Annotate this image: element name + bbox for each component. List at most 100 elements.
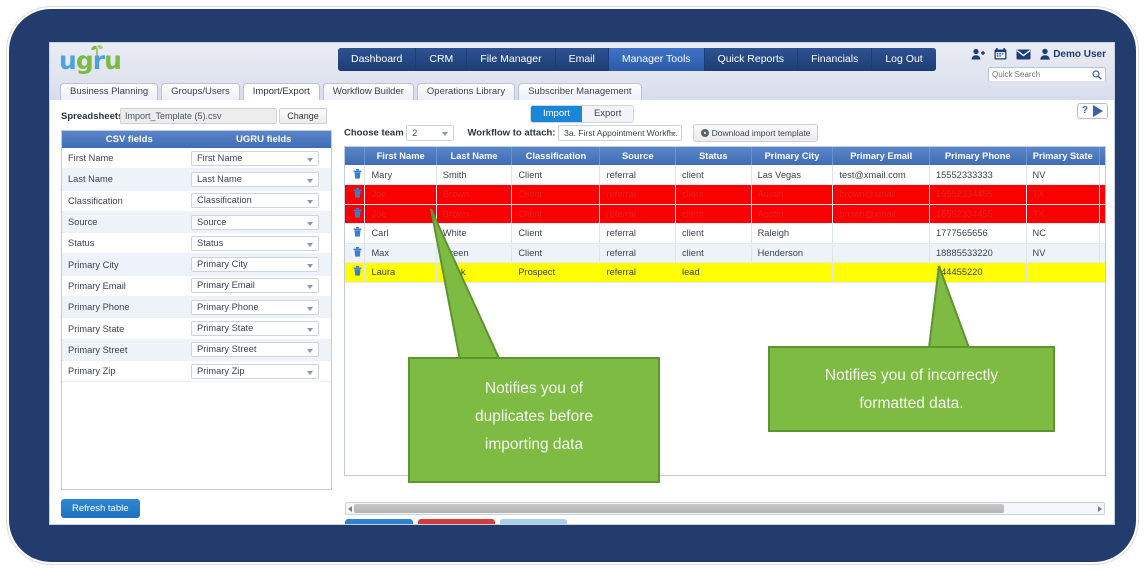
table-cell[interactable]: referral (599, 204, 677, 224)
delete-row-button[interactable] (345, 204, 366, 224)
table-cell[interactable]: Las Vegas (751, 165, 834, 185)
table-cell[interactable]: 555 Oakwood (1099, 184, 1105, 205)
add-user-icon[interactable] (971, 48, 986, 60)
table-cell[interactable]: client (675, 243, 752, 263)
horizontal-scrollbar[interactable] (345, 502, 1105, 515)
table-cell[interactable]: referral (599, 243, 677, 263)
table-cell[interactable]: Client (511, 165, 601, 185)
table-cell[interactable]: Austin (751, 184, 834, 205)
help-button[interactable]: ? (1078, 104, 1092, 118)
ugru-field-select[interactable]: Last Name (191, 171, 319, 187)
table-cell[interactable]: 15552334455 (929, 184, 1027, 205)
table-cell[interactable]: Joe (364, 184, 437, 205)
table-cell[interactable]: client (675, 223, 752, 244)
cancel-import-button[interactable]: Cancel Import (417, 519, 495, 524)
table-cell[interactable]: Client (511, 223, 601, 244)
import-data-button[interactable]: Import Data (499, 519, 568, 524)
table-cell[interactable]: referral (599, 262, 677, 283)
table-cell[interactable]: Max (364, 243, 437, 263)
workflow-select[interactable]: 3a. First Appointment Workfl... (558, 125, 683, 141)
tab-export[interactable]: Export (581, 106, 634, 122)
table-cell[interactable]: Laura (364, 262, 437, 283)
search-input[interactable] (992, 68, 1088, 81)
team-select[interactable]: 2 (406, 125, 455, 141)
table-cell[interactable]: 15552334455 (929, 204, 1027, 224)
table-cell[interactable]: brown@xmail (832, 204, 930, 224)
scroll-right-icon[interactable] (1098, 506, 1102, 512)
nav-item-manager-tools[interactable]: Manager Tools (608, 48, 704, 71)
col-header-primary-phone[interactable]: Primary Phone (929, 147, 1027, 165)
table-cell[interactable]: Carl (364, 223, 437, 244)
table-cell[interactable]: brown@xmail (832, 184, 930, 205)
table-cell[interactable] (751, 262, 834, 283)
sub-tab-subscriber-management[interactable]: Subscriber Management (518, 83, 642, 100)
col-header-status[interactable]: Status (675, 147, 752, 165)
table-cell[interactable]: TX (1026, 184, 1100, 205)
ugru-logo[interactable]: ugru (59, 44, 122, 75)
delete-row-button[interactable] (345, 184, 366, 205)
data-check-button[interactable]: Data Check (345, 519, 413, 524)
table-cell[interactable]: Client (511, 243, 601, 263)
table-cell[interactable]: Client (511, 184, 601, 205)
ugru-field-select[interactable]: Source (191, 214, 319, 230)
sub-tab-groups-users[interactable]: Groups/Users (161, 83, 240, 100)
table-cell[interactable]: 18885533220 (929, 243, 1027, 263)
table-cell[interactable]: test@xmail.com (832, 165, 930, 185)
table-cell[interactable]: NC (1026, 223, 1100, 244)
delete-row-button[interactable] (345, 165, 366, 185)
table-cell[interactable]: client (675, 165, 752, 185)
sub-tab-workflow-builder[interactable]: Workflow Builder (322, 83, 414, 100)
ugru-field-select[interactable]: Primary Phone (191, 299, 319, 315)
table-cell[interactable]: 555 Oakwood (1099, 204, 1105, 224)
ugru-field-select[interactable]: Primary City (191, 257, 319, 273)
table-cell[interactable]: Prospect (511, 262, 601, 283)
calendar-icon[interactable] (994, 48, 1007, 60)
table-cell[interactable]: lead (675, 262, 752, 283)
table-cell[interactable]: 15552333333 (929, 165, 1027, 185)
nav-item-financials[interactable]: Financials (798, 48, 872, 71)
table-cell[interactable] (832, 243, 930, 263)
table-cell[interactable]: 1777565656 (929, 223, 1027, 244)
quick-search[interactable] (988, 67, 1106, 82)
table-cell[interactable]: referral (599, 165, 677, 185)
col-header-primary-email[interactable]: Primary Email (832, 147, 930, 165)
table-cell[interactable]: 13 Oak Tree Rd (1099, 165, 1105, 185)
user-menu[interactable]: Demo User (1040, 48, 1106, 60)
table-cell[interactable]: TX (1026, 204, 1100, 224)
nav-item-log-out[interactable]: Log Out (872, 48, 936, 71)
table-cell[interactable]: Raleigh (751, 223, 834, 244)
nav-item-dashboard[interactable]: Dashboard (338, 48, 416, 71)
table-cell[interactable]: NV (1026, 243, 1100, 263)
table-cell[interactable]: Client (511, 204, 601, 224)
mail-icon[interactable] (1016, 49, 1031, 60)
nav-item-file-manager[interactable]: File Manager (467, 48, 555, 71)
nav-item-crm[interactable]: CRM (416, 48, 467, 71)
col-header-first-name[interactable]: First Name (364, 147, 437, 165)
table-cell[interactable]: Henderson (751, 243, 834, 263)
col-header-classification[interactable]: Classification (511, 147, 601, 165)
table-cell[interactable]: 333 Main Street (1099, 223, 1105, 244)
col-header-source[interactable]: Source (599, 147, 677, 165)
sub-tab-business-planning[interactable]: Business Planning (60, 83, 159, 100)
ugru-field-select[interactable]: Primary Email (191, 278, 319, 294)
table-cell[interactable] (1026, 262, 1100, 283)
scrollbar-thumb[interactable] (354, 504, 1004, 513)
ugru-field-select[interactable]: Status (191, 235, 319, 251)
table-cell[interactable]: client (675, 184, 752, 205)
delete-row-button[interactable] (345, 223, 366, 244)
table-cell[interactable]: Smith (436, 165, 513, 185)
col-header-last-name[interactable]: Last Name (436, 147, 513, 165)
play-icon[interactable] (1093, 105, 1103, 117)
sub-tab-import-export[interactable]: Import/Export (242, 83, 320, 100)
table-cell[interactable]: client (675, 204, 752, 224)
table-cell[interactable]: Joe (364, 204, 437, 224)
ugru-field-select[interactable]: First Name (191, 150, 319, 166)
table-cell[interactable]: referral (599, 223, 677, 244)
download-import-template-button[interactable]: Download import template (692, 124, 819, 142)
table-cell[interactable]: Austin (751, 204, 834, 224)
col-header-primary-state[interactable]: Primary State (1026, 147, 1100, 165)
table-cell[interactable]: Brown (436, 184, 513, 205)
nav-item-quick-reports[interactable]: Quick Reports (704, 48, 798, 71)
table-cell[interactable]: NV (1026, 165, 1100, 185)
table-cell[interactable] (1099, 262, 1105, 283)
